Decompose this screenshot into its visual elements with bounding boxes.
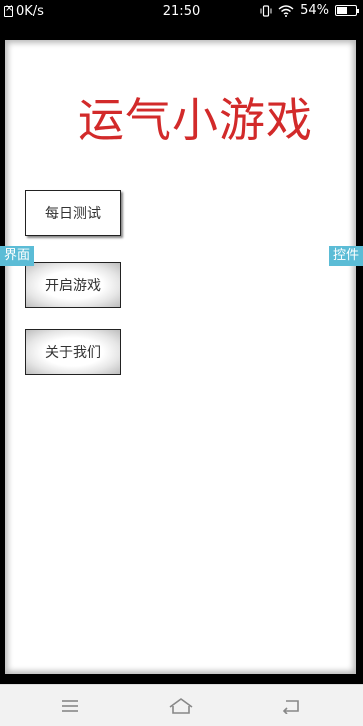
- back-button[interactable]: [271, 693, 311, 719]
- vibrate-icon: [260, 4, 272, 17]
- back-icon: [282, 700, 299, 714]
- phone-screen: 0K/s 21:50 54% 运气小游戏: [0, 0, 363, 726]
- start-game-button[interactable]: 开启游戏: [25, 262, 121, 308]
- app-title: 运气小游戏: [78, 93, 313, 147]
- app-panel: 运气小游戏 每日测试 开启游戏 关于我们: [5, 40, 356, 674]
- battery-fill: [337, 7, 347, 14]
- status-bar: 0K/s 21:50 54%: [0, 0, 363, 24]
- battery-icon: [335, 5, 359, 16]
- daily-test-button[interactable]: 每日测试: [25, 190, 121, 236]
- clock-time: 21:50: [162, 4, 201, 19]
- app-frame: 运气小游戏 每日测试 开启游戏 关于我们: [0, 24, 363, 684]
- menu-icon: [62, 700, 78, 712]
- interface-tab[interactable]: 界面: [0, 246, 35, 266]
- wifi-icon: [278, 4, 294, 17]
- about-us-button[interactable]: 关于我们: [25, 329, 121, 375]
- home-button[interactable]: [161, 693, 201, 719]
- nav-bar: [0, 684, 363, 726]
- controls-tab[interactable]: 控件: [328, 246, 363, 266]
- status-right: 54%: [260, 3, 359, 18]
- home-icon: [169, 698, 193, 714]
- battery-percent: 54%: [300, 3, 329, 18]
- menu-button[interactable]: [50, 693, 90, 719]
